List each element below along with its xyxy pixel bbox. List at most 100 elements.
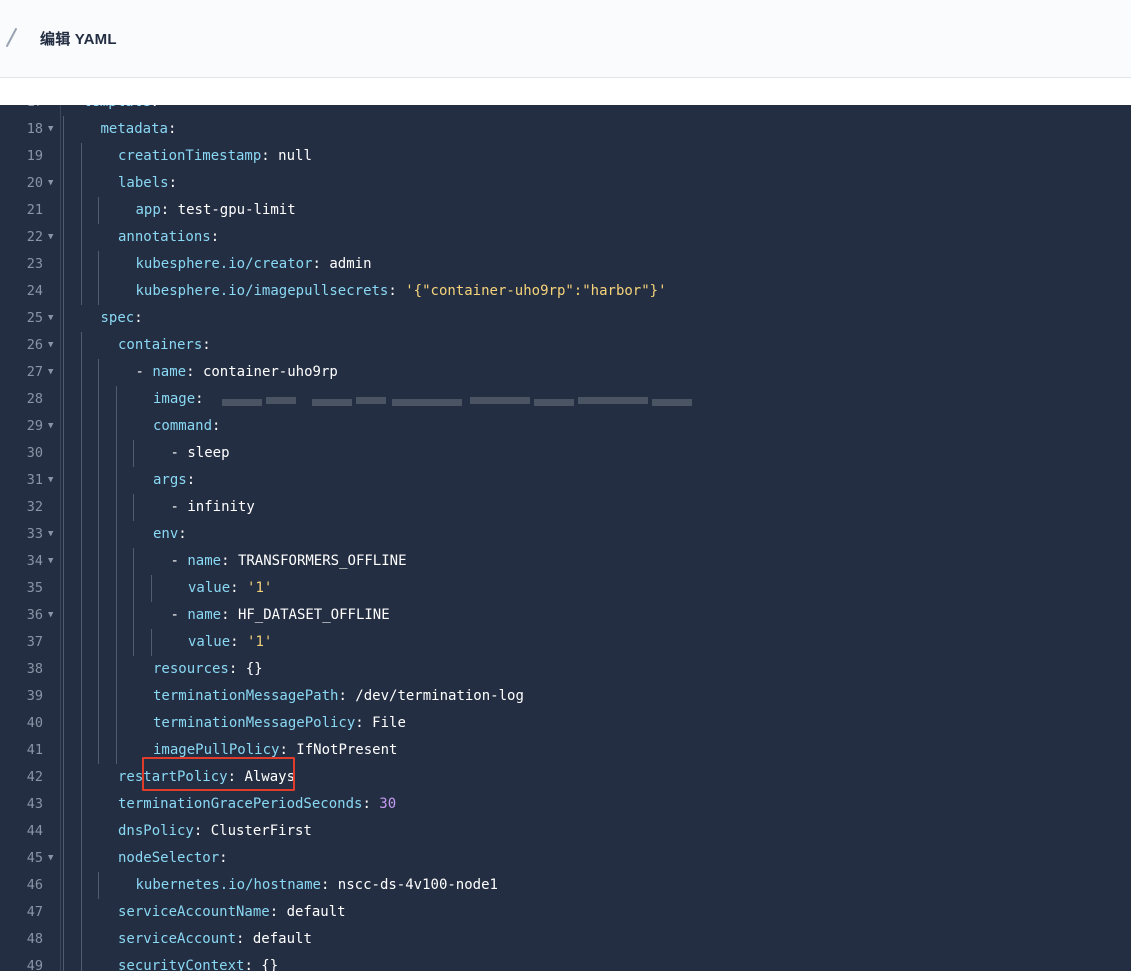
indent-guide (63, 332, 64, 359)
code-line[interactable]: 48 serviceAccount: default (0, 926, 1131, 953)
code-line[interactable]: 17 ▼ template: (0, 105, 1131, 116)
code-text: terminationMessagePath: /dev/termination… (153, 683, 524, 710)
code-text: template: (83, 105, 159, 116)
yaml-value: {} (261, 958, 279, 971)
fold-toggle-icon[interactable]: ▼ (48, 359, 53, 386)
line-number: 25 (26, 310, 43, 326)
fold-toggle-icon[interactable]: ▼ (48, 224, 53, 251)
code-line[interactable]: 22 ▼ annotations: (0, 224, 1131, 251)
indent-guide (150, 629, 152, 656)
code-text: value: '1' (188, 629, 272, 656)
indent-guide (80, 521, 82, 548)
indent-guide (98, 683, 99, 710)
code-line[interactable]: 43 terminationGracePeriodSeconds: 30 (0, 791, 1131, 818)
indent-guide (98, 872, 99, 899)
indent-guide (115, 413, 117, 440)
indent-guide (80, 332, 82, 359)
code-line[interactable]: 24 kubesphere.io/imagepullsecrets: '{"con… (0, 278, 1131, 305)
indent-guide (115, 440, 117, 467)
indent-guide (115, 467, 117, 494)
code-line[interactable]: 39 terminationMessagePath: /dev/terminati… (0, 683, 1131, 710)
code-line[interactable]: 44 dnsPolicy: ClusterFirst (0, 818, 1131, 845)
pencil-icon (6, 28, 17, 47)
yaml-key: metadata (100, 121, 168, 137)
yaml-key: terminationGracePeriodSeconds (118, 796, 363, 812)
indent-guide (80, 575, 82, 602)
indent-guide (63, 872, 64, 899)
redaction-block (652, 399, 692, 406)
code-line[interactable]: 26 ▼ containers: (0, 332, 1131, 359)
line-number: 41 (26, 742, 43, 758)
code-line[interactable]: 21 app: test-gpu-limit (0, 197, 1131, 224)
fold-toggle-icon[interactable]: ▼ (48, 332, 53, 359)
code-text: kubernetes.io/hostname: nscc-ds-4v100-no… (136, 872, 498, 899)
yaml-separator: : (210, 229, 220, 245)
code-text: labels: (118, 170, 177, 197)
code-line[interactable]: 32 - infinity (0, 494, 1131, 521)
code-line[interactable]: 29 ▼ command: (0, 413, 1131, 440)
indent-guide (63, 791, 64, 818)
fold-toggle-icon[interactable]: ▼ (48, 521, 53, 548)
yaml-separator: : (230, 634, 248, 650)
code-line[interactable]: 45 ▼ nodeSelector: (0, 845, 1131, 872)
indent-guide (80, 197, 82, 224)
fold-toggle-icon[interactable]: ▼ (48, 170, 53, 197)
code-line[interactable]: 34 ▼ - name: TRANSFORMERS_OFFLINE (0, 548, 1131, 575)
code-text: command: (153, 413, 220, 440)
code-line[interactable]: 38 resources: {} (0, 656, 1131, 683)
resources-highlight-box (142, 757, 295, 791)
yaml-editor[interactable]: 17 ▼ template: 18 ▼ metadata: 19 creationTimest… (0, 105, 1131, 971)
fold-toggle-icon[interactable]: ▼ (48, 845, 53, 872)
indent-guide (63, 548, 64, 575)
yaml-value: 30 (379, 796, 397, 812)
indent-guide (98, 521, 99, 548)
yaml-value: ClusterFirst (210, 823, 312, 839)
yaml-separator: : (134, 310, 143, 326)
code-line[interactable]: 19 creationTimestamp: null (0, 143, 1131, 170)
fold-toggle-icon[interactable]: ▼ (48, 548, 53, 575)
code-line[interactable]: 23 kubesphere.io/creator: admin (0, 251, 1131, 278)
fold-toggle-icon[interactable]: ▼ (48, 116, 53, 143)
code-line[interactable]: 46 kubernetes.io/hostname: nscc-ds-4v100-… (0, 872, 1131, 899)
code-line[interactable]: 47 serviceAccountName: default (0, 899, 1131, 926)
fold-toggle-icon[interactable]: ▼ (48, 602, 53, 629)
code-text: app: test-gpu-limit (136, 197, 296, 224)
line-number: 17 (0, 105, 43, 116)
code-line[interactable]: 18 ▼ metadata: (0, 116, 1131, 143)
line-number: 31 (26, 472, 43, 488)
indent-guide (63, 899, 64, 926)
code-text: - name: HF_DATASET_OFFLINE (171, 602, 390, 629)
yaml-key: annotations (118, 229, 211, 245)
code-line[interactable]: 33 ▼ env: (0, 521, 1131, 548)
yaml-value: IfNotPresent (296, 742, 398, 758)
fold-toggle-icon[interactable]: ▼ (48, 305, 53, 332)
yaml-value: infinity (187, 499, 255, 515)
yaml-separator: : (355, 715, 373, 731)
indent-guide (63, 710, 64, 737)
code-line[interactable]: 25 ▼ spec: (0, 305, 1131, 332)
code-line[interactable]: 31 ▼ args: (0, 467, 1131, 494)
indent-guide (63, 845, 64, 872)
code-area[interactable]: 17 ▼ template: 18 ▼ metadata: 19 creationTimest… (0, 105, 1131, 971)
indent-guide (63, 440, 64, 467)
indent-guide (63, 197, 64, 224)
yaml-value: {} (245, 661, 263, 677)
fold-toggle-icon[interactable]: ▼ (48, 413, 53, 440)
code-line[interactable]: 49 securityContext: {} (0, 953, 1131, 971)
list-dash: - (170, 607, 188, 623)
indent-guide (80, 764, 82, 791)
fold-toggle-icon[interactable]: ▼ (48, 105, 53, 116)
code-line[interactable]: 36 ▼ - name: HF_DATASET_OFFLINE (0, 602, 1131, 629)
line-number: 28 (26, 391, 43, 407)
fold-toggle-icon[interactable]: ▼ (48, 467, 53, 494)
yaml-separator: : (228, 661, 246, 677)
code-line[interactable]: 40 terminationMessagePolicy: File (0, 710, 1131, 737)
yaml-key: value (188, 580, 231, 596)
indent-guide (115, 386, 117, 413)
code-line[interactable]: 27 ▼ - name: container-uho9rp (0, 359, 1131, 386)
code-line[interactable]: 20 ▼ labels: (0, 170, 1131, 197)
code-line[interactable]: 35 value: '1' (0, 575, 1131, 602)
code-line[interactable]: 30 - sleep (0, 440, 1131, 467)
code-line[interactable]: 37 value: '1' (0, 629, 1131, 656)
yaml-separator: : (244, 958, 262, 971)
